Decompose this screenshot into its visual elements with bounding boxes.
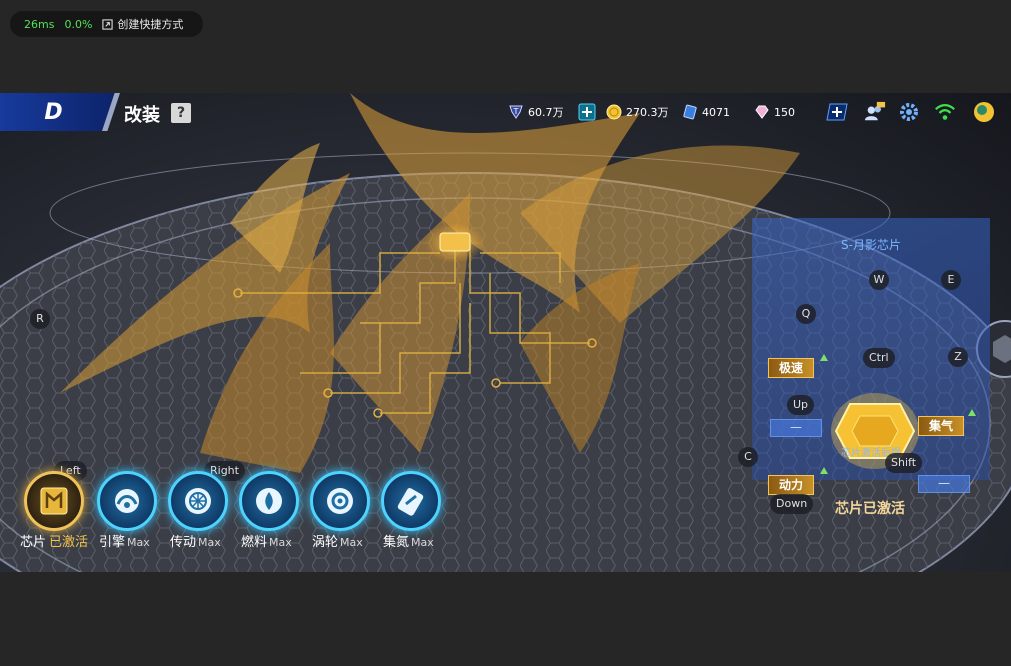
key-hint-down: Down xyxy=(770,494,814,514)
part-name: 燃料 xyxy=(241,535,268,550)
chip-note: 芯片激活后提 xyxy=(841,448,901,459)
chip-title: S-月影芯片 xyxy=(841,238,901,252)
part-status: Max xyxy=(198,536,221,549)
page-title: 改装 xyxy=(124,105,160,126)
friends-button[interactable] xyxy=(864,101,886,123)
part-engine-button[interactable] xyxy=(97,471,157,531)
network-status xyxy=(934,101,956,123)
shortcut-label: 创建快捷方式 xyxy=(117,18,184,31)
key-hint-shift: Shift xyxy=(885,453,923,473)
engine-icon xyxy=(115,489,139,513)
gear-icon xyxy=(900,103,918,121)
resource-coin: 270.3万 xyxy=(606,103,669,121)
part-status: Max xyxy=(127,536,150,549)
ticket-icon xyxy=(683,104,697,120)
part-fuel-button[interactable] xyxy=(239,471,299,531)
part-nitro-button[interactable] xyxy=(381,471,441,531)
latency-text: 26ms xyxy=(24,17,55,31)
key-hint-q: Q xyxy=(796,304,816,324)
part-transmission-label: 传动 Max xyxy=(170,531,221,550)
chip-slot-power[interactable]: 动力 xyxy=(768,475,815,495)
key-hint-w: W xyxy=(869,270,889,290)
upgrade-arrow-icon xyxy=(968,409,976,416)
settings-button[interactable] xyxy=(898,101,920,123)
trophy-value: 60.7万 xyxy=(528,106,564,119)
part-chip-button[interactable] xyxy=(24,471,84,531)
trophy-t-icon: T xyxy=(509,105,523,119)
status-pill: 26ms 0.0% 创建快捷方式 xyxy=(10,11,203,37)
part-chip-label: 芯片 已激活 xyxy=(20,531,88,550)
game-logo[interactable]: D xyxy=(0,93,118,131)
part-name: 芯片 xyxy=(20,535,47,550)
ticket-value: 4071 xyxy=(702,105,730,119)
key-hint-r: R xyxy=(30,309,50,329)
key-hint-z: Z xyxy=(948,347,968,367)
part-status: Max xyxy=(340,536,363,549)
part-turbo-button[interactable] xyxy=(310,471,370,531)
upgrade-arrow-icon xyxy=(820,467,828,474)
key-hint-ctrl: Ctrl xyxy=(863,348,895,368)
key-hint-c: C xyxy=(738,447,758,467)
part-name: 集氮 xyxy=(383,535,410,550)
chip-icon xyxy=(40,487,68,515)
chip-slot-nitro[interactable]: 集气 xyxy=(918,416,965,436)
game-view[interactable]: D 改装 ? T 60.7万 270.3万 4071 150 S-月影芯片 极速… xyxy=(0,93,1011,572)
create-shortcut-button[interactable]: 创建快捷方式 xyxy=(102,16,183,32)
part-status: Max xyxy=(269,536,292,549)
upgrade-arrow-icon xyxy=(820,354,828,361)
plus-icon xyxy=(578,103,596,121)
key-hint-e: E xyxy=(941,270,961,290)
resource-diamond: 150 xyxy=(754,103,795,121)
chip-slot-empty-left[interactable]: — xyxy=(770,419,822,437)
turbo-icon xyxy=(327,488,353,514)
part-name: 涡轮 xyxy=(312,535,339,550)
part-status: Max xyxy=(411,536,434,549)
diamond-icon xyxy=(755,105,769,119)
chip-slot-empty-right[interactable]: — xyxy=(918,475,970,493)
resource-ticket: 4071 xyxy=(682,103,730,121)
part-engine-label: 引擎 Max xyxy=(99,531,150,550)
chip-slot-speed[interactable]: 极速 xyxy=(768,358,815,378)
help-button[interactable]: ? xyxy=(171,103,191,123)
nitro-icon xyxy=(397,488,424,516)
coin-value: 270.3万 xyxy=(626,106,669,119)
part-name: 传动 xyxy=(170,535,197,550)
friends-icon xyxy=(864,101,886,121)
chip-activated-label: 芯片已激活 xyxy=(835,501,905,517)
svg-text:T: T xyxy=(513,107,519,116)
profile-avatar-button[interactable] xyxy=(973,101,995,123)
avatar-icon xyxy=(974,102,994,122)
part-transmission-button[interactable] xyxy=(168,471,228,531)
key-hint-up: Up xyxy=(787,395,815,415)
plus-icon xyxy=(826,103,848,121)
part-name: 引擎 xyxy=(99,535,126,550)
part-turbo-label: 涡轮 Max xyxy=(312,531,363,550)
wheel-icon xyxy=(185,488,211,514)
part-fuel-label: 燃料 Max xyxy=(241,531,292,550)
add-diamond-button[interactable] xyxy=(826,101,848,123)
add-currency-button[interactable] xyxy=(576,101,598,123)
fuel-icon xyxy=(256,488,282,514)
resource-trophy: T 60.7万 xyxy=(508,103,564,121)
logo-text: D xyxy=(44,99,62,125)
diamond-value: 150 xyxy=(774,105,795,119)
shortcut-icon xyxy=(102,18,114,30)
part-nitro-label: 集氮 Max xyxy=(383,531,434,550)
coin-icon xyxy=(606,104,622,120)
wifi-icon xyxy=(935,103,955,120)
part-status: 已激活 xyxy=(49,535,89,550)
packet-loss-text: 0.0% xyxy=(64,17,93,31)
